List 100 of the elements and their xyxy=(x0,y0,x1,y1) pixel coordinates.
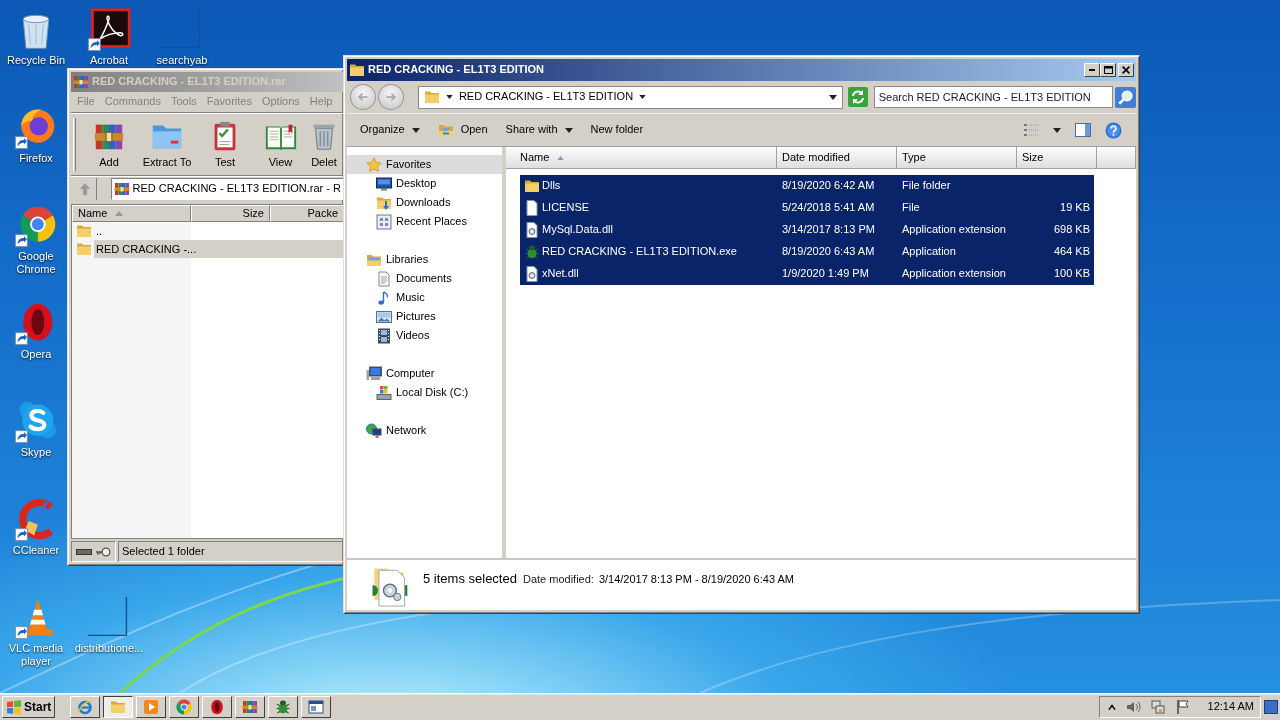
file-size: 698 KB xyxy=(1052,223,1091,237)
file-name: MySql.Data.dll xyxy=(542,223,613,237)
file-size: 100 KB xyxy=(1052,267,1091,281)
folder-icon xyxy=(110,699,127,715)
column-header[interactable]: Date modified xyxy=(777,147,897,168)
file-row[interactable]: xNet.dll 1/9/2020 1:49 PM Application extension 100 KB xyxy=(520,263,1094,285)
toolbar-button[interactable]: View xyxy=(254,114,307,175)
minimize-icon xyxy=(1089,69,1095,71)
details-value: 3/14/2017 8:13 PM - 8/19/2020 6:43 AM xyxy=(598,573,794,587)
drive-icon xyxy=(76,547,92,556)
caret-icon[interactable] xyxy=(828,94,837,100)
network-icon[interactable] xyxy=(1149,699,1166,715)
taskbar-button[interactable] xyxy=(103,696,134,718)
cloud-logo-icon[interactable] xyxy=(14,400,58,444)
nav-item[interactable]: Downloads xyxy=(347,193,502,212)
command-button[interactable]: Organize xyxy=(351,119,429,141)
caret-icon xyxy=(411,127,420,133)
desktop-icon-label[interactable]: Google Chrome xyxy=(5,250,67,276)
close-button[interactable] xyxy=(1118,63,1134,77)
toolbar-button[interactable]: Delet xyxy=(307,114,341,175)
view-list-icon[interactable] xyxy=(1023,122,1039,138)
file-name[interactable]: .. xyxy=(94,222,343,240)
file-row[interactable]: RED CRACKING - EL1T3 EDITION.exe 8/19/2020 6:43 AM Application 464 KB xyxy=(520,241,1094,263)
up-caret-icon[interactable] xyxy=(1107,704,1116,710)
file-type: Application extension xyxy=(901,267,1007,281)
column-header[interactable]: Type xyxy=(897,147,1017,168)
folder-icon xyxy=(524,178,540,194)
breadcrumb-item[interactable]: RED CRACKING - EL1T3 EDITION xyxy=(458,90,634,104)
book-stack-icon xyxy=(242,699,259,715)
caret-icon[interactable] xyxy=(445,95,453,99)
address-field[interactable]: RED CRACKING - EL1T3 EDITION xyxy=(417,85,843,109)
help-icon[interactable] xyxy=(1105,121,1122,139)
file-type: File folder xyxy=(901,179,952,193)
nav-item[interactable]: Libraries xyxy=(347,250,502,269)
refresh-icon[interactable] xyxy=(847,87,868,107)
caret-icon xyxy=(564,127,573,133)
folder-icon xyxy=(76,223,92,239)
column-header[interactable]: Name xyxy=(506,147,777,168)
preview-pane-icon[interactable] xyxy=(1075,122,1091,138)
file-row[interactable]: MySql.Data.dll 3/14/2017 8:13 PM Application extension 698 KB xyxy=(520,219,1094,241)
flag-icon[interactable] xyxy=(1174,699,1191,715)
desktop-icon-label[interactable]: Opera xyxy=(20,348,52,361)
minimize-button[interactable] xyxy=(1084,63,1100,77)
desktop-icon-label[interactable]: searchyab xyxy=(156,54,208,67)
desktop-icon-label[interactable]: Recycle Bin xyxy=(6,54,66,67)
desktop-icon-label[interactable]: Skype xyxy=(20,446,52,459)
bug-icon xyxy=(275,699,292,715)
desktop-icon-label[interactable]: CCleaner xyxy=(12,544,60,557)
clock: 12:14 AM xyxy=(1207,700,1254,714)
toolbar-button[interactable]: Add xyxy=(80,114,138,175)
circle-logo-icon[interactable] xyxy=(14,204,58,248)
nav-item[interactable]: Documents xyxy=(347,269,502,288)
circle-logo-icon xyxy=(176,699,193,715)
nav-item[interactable]: Computer xyxy=(347,364,502,383)
search-icon[interactable] xyxy=(1115,86,1136,108)
maximize-button[interactable] xyxy=(1100,63,1116,77)
nav-item[interactable]: Videos xyxy=(347,326,502,345)
nav-item[interactable]: Recent Places xyxy=(347,212,502,231)
command-button[interactable]: New folder xyxy=(581,119,653,141)
computer-icon xyxy=(366,365,382,382)
path-field[interactable]: RED CRACKING - EL1T3 EDITION.rar - R xyxy=(110,177,343,200)
column-header[interactable]: Size xyxy=(1017,147,1097,168)
folder-icon xyxy=(437,122,454,138)
document-icon xyxy=(376,270,392,287)
file-row[interactable]: LICENSE 5/24/2018 5:41 AM File 19 KB xyxy=(520,197,1094,219)
nav-item[interactable]: Desktop xyxy=(347,174,502,193)
column-header[interactable]: Name xyxy=(72,205,191,222)
recent-grid-icon xyxy=(376,213,392,230)
toolbar-button[interactable]: Extract To xyxy=(138,114,196,175)
start-flag-icon xyxy=(6,699,22,715)
desktop-icon-label[interactable]: Firefox xyxy=(19,152,53,165)
close-icon xyxy=(1122,66,1130,74)
caret-icon[interactable] xyxy=(639,95,647,99)
speaker-icon[interactable] xyxy=(1124,699,1141,715)
file-date: 8/19/2020 6:42 AM xyxy=(781,179,876,193)
nav-item[interactable]: Network xyxy=(347,421,502,440)
nav-item[interactable]: Pictures xyxy=(347,307,502,326)
search-field[interactable]: Search RED CRACKING - EL1T3 EDITION xyxy=(873,86,1113,108)
caret-icon[interactable] xyxy=(1053,127,1061,133)
star-icon xyxy=(366,156,382,173)
file-row[interactable]: Dlls 8/19/2020 6:42 AM File folder xyxy=(520,175,1094,197)
sort-arrow-icon xyxy=(557,155,565,160)
file-date: 5/24/2018 5:41 AM xyxy=(781,201,876,215)
command-button[interactable]: Open xyxy=(428,118,497,142)
nav-item[interactable]: Music xyxy=(347,288,502,307)
selection-summary: 5 items selected xyxy=(423,571,517,587)
toolbar-button[interactable]: Test xyxy=(196,114,254,175)
desktop-icon-label[interactable]: Acrobat xyxy=(90,54,128,67)
desktop-screen-icon xyxy=(376,175,392,192)
nav-item[interactable]: Local Disk (C:) xyxy=(347,383,502,402)
column-header[interactable]: Size xyxy=(191,205,270,222)
file-name: xNet.dll xyxy=(542,267,579,281)
start-button[interactable]: Start xyxy=(2,696,56,718)
file-date: 1/9/2020 1:49 PM xyxy=(781,267,870,281)
nav-item[interactable]: Favorites xyxy=(347,155,502,174)
file-name[interactable]: RED CRACKING -... xyxy=(94,240,343,258)
command-button[interactable]: Share with xyxy=(496,119,582,141)
file-date: 3/14/2017 8:13 PM xyxy=(781,223,876,237)
book-stack-icon xyxy=(73,74,89,90)
film-icon xyxy=(376,327,392,344)
